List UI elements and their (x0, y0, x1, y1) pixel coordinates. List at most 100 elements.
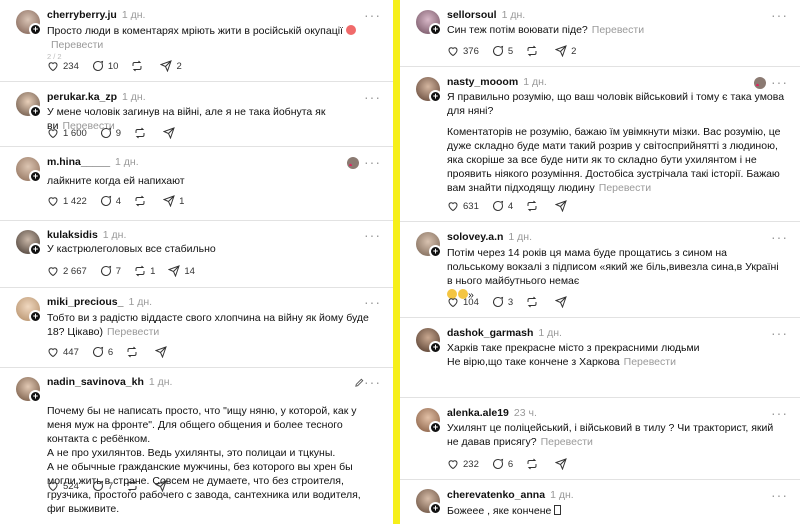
share-button[interactable] (555, 200, 571, 212)
more-options-icon[interactable]: ··· (364, 375, 381, 389)
more-options-icon[interactable]: ··· (771, 75, 788, 89)
follow-plus-icon[interactable]: + (29, 23, 42, 36)
username[interactable]: alenka.ale19 (447, 407, 509, 419)
more-options-icon[interactable]: ··· (771, 326, 788, 340)
repost-button[interactable]: 1 (134, 265, 155, 277)
avatar[interactable]: + (416, 489, 444, 517)
like-button[interactable]: 447 (47, 346, 79, 358)
like-button[interactable]: 1 600 (47, 127, 87, 139)
avatar[interactable]: + (16, 10, 44, 38)
share-button[interactable] (163, 127, 179, 139)
username[interactable]: m.hina_____ (47, 156, 110, 168)
follow-plus-icon[interactable]: + (429, 23, 442, 36)
like-button[interactable]: 2 667 (47, 265, 87, 277)
translate-link[interactable]: Перевести (107, 326, 159, 338)
username[interactable]: dashok_garmash (447, 327, 533, 339)
follow-plus-icon[interactable]: + (429, 341, 442, 354)
timestamp: 1 дн. (122, 91, 146, 103)
username[interactable]: perukar.ka_zp (47, 91, 117, 103)
username[interactable]: cherevatenko_anna (447, 489, 545, 501)
repost-button[interactable] (134, 195, 150, 207)
comment-button[interactable]: 7 (92, 480, 113, 492)
repost-button[interactable] (126, 346, 142, 358)
avatar[interactable]: + (16, 157, 44, 185)
avatar[interactable]: + (16, 377, 44, 405)
like-button[interactable]: 524 (47, 480, 79, 492)
repost-button[interactable] (126, 480, 142, 492)
follow-plus-icon[interactable]: + (29, 390, 42, 403)
more-options-icon[interactable]: ··· (364, 8, 381, 22)
avatar[interactable]: + (16, 297, 44, 325)
translate-link[interactable]: Перевести (592, 24, 644, 36)
comment-count: 4 (507, 200, 514, 212)
username[interactable]: nadin_savinova_kh (47, 376, 144, 388)
username[interactable]: miki_precious_ (47, 296, 123, 308)
avatar[interactable]: + (16, 230, 44, 258)
share-button[interactable]: 14 (168, 265, 195, 277)
repost-button[interactable] (526, 200, 542, 212)
share-button[interactable]: 2 (160, 60, 182, 72)
repost-button[interactable] (134, 127, 150, 139)
more-options-icon[interactable]: ··· (771, 230, 788, 244)
like-button[interactable]: 104 (447, 296, 479, 308)
username[interactable]: sellorsoul (447, 9, 497, 21)
follow-plus-icon[interactable]: + (429, 90, 442, 103)
share-button[interactable] (555, 296, 571, 308)
timestamp: 1 дн. (523, 76, 547, 88)
translate-link[interactable]: Перевести (541, 436, 593, 448)
translate-link[interactable]: Перевести (599, 182, 651, 194)
comment-button[interactable]: 4 (100, 195, 121, 207)
share-button[interactable]: 1 (163, 195, 184, 207)
comment-button[interactable]: 7 (100, 265, 121, 277)
comment-button[interactable]: 3 (492, 296, 513, 308)
follow-plus-icon[interactable]: + (29, 243, 42, 256)
share-button[interactable] (155, 346, 171, 358)
comment-button[interactable]: 6 (492, 458, 513, 470)
translate-link[interactable]: Перевести (51, 39, 103, 51)
like-button[interactable]: 1 422 (47, 195, 87, 207)
more-options-icon[interactable]: ··· (364, 90, 381, 104)
like-button[interactable]: 232 (447, 458, 479, 470)
comment-button[interactable]: 4 (492, 200, 513, 212)
username[interactable]: nasty_mooom (447, 76, 518, 88)
share-button[interactable] (155, 480, 171, 492)
avatar[interactable]: + (416, 232, 444, 260)
follow-plus-icon[interactable]: + (429, 502, 442, 515)
more-options-icon[interactable]: ··· (364, 295, 381, 309)
comment-button[interactable]: 6 (92, 346, 113, 358)
username[interactable]: kulaksidis (47, 229, 98, 241)
avatar[interactable]: + (416, 408, 444, 436)
avatar[interactable]: + (416, 10, 444, 38)
translate-link[interactable]: Перевести (624, 356, 676, 368)
more-options-icon[interactable]: ··· (771, 488, 788, 502)
username[interactable]: cherryberry.ju (47, 9, 117, 21)
repost-button[interactable] (131, 60, 147, 72)
repost-button[interactable] (526, 45, 542, 57)
avatar[interactable]: + (416, 328, 444, 356)
like-button[interactable]: 376 (447, 45, 479, 57)
avatar[interactable]: + (16, 92, 44, 120)
follow-plus-icon[interactable]: + (29, 105, 42, 118)
share-button[interactable]: 2 (555, 45, 576, 57)
more-options-icon[interactable]: ··· (771, 406, 788, 420)
follow-plus-icon[interactable]: + (429, 245, 442, 258)
like-button[interactable]: 631 (447, 200, 479, 212)
comment-button[interactable]: 9 (100, 127, 121, 139)
timestamp: 1 дн. (128, 296, 153, 308)
avatar[interactable]: + (416, 77, 444, 105)
comment-button[interactable]: 10 (92, 60, 118, 72)
more-options-icon[interactable]: ··· (364, 228, 381, 242)
comment-icon (100, 127, 111, 138)
username[interactable]: solovey.a.n (447, 231, 503, 243)
follow-plus-icon[interactable]: + (29, 310, 42, 323)
like-button[interactable]: 234 (47, 60, 79, 72)
comment-button[interactable]: 5 (492, 45, 513, 57)
follow-plus-icon[interactable]: + (429, 421, 442, 434)
follow-plus-icon[interactable]: + (29, 170, 42, 183)
comment-icon (100, 195, 111, 206)
more-options-icon[interactable]: ··· (771, 8, 788, 22)
repost-button[interactable] (526, 296, 542, 308)
more-options-icon[interactable]: ··· (364, 155, 381, 169)
repost-button[interactable] (526, 458, 542, 470)
share-button[interactable] (555, 458, 571, 470)
